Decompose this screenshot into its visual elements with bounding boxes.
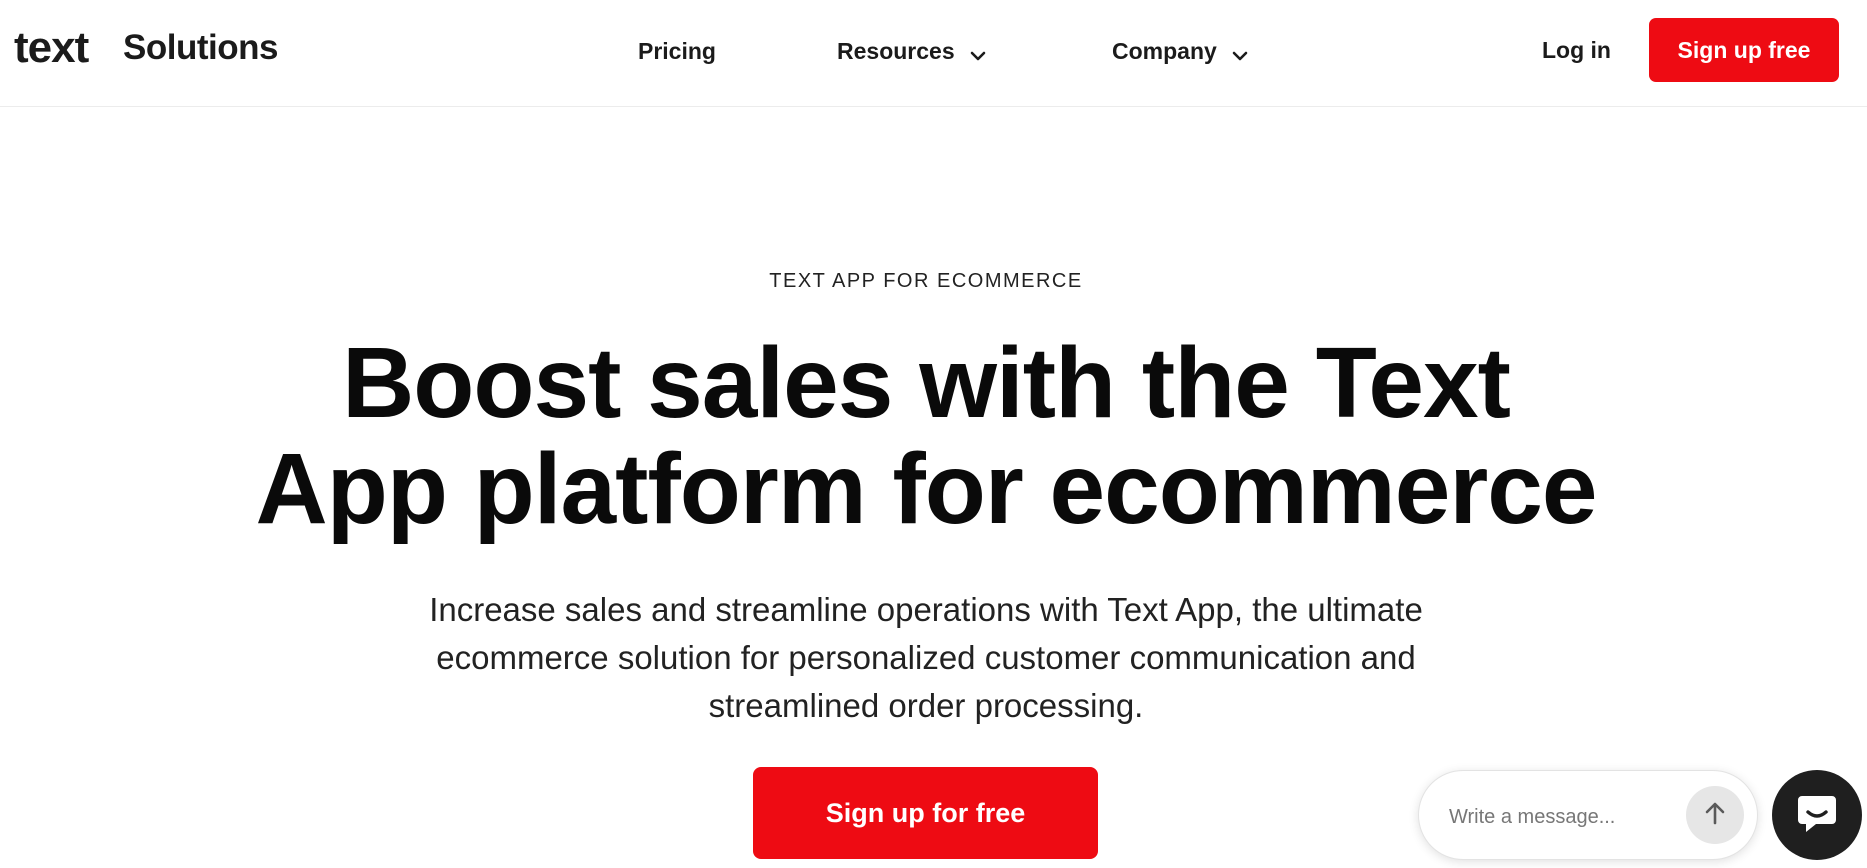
hero-headline-line: App platform for ecommerce	[255, 433, 1598, 545]
site-header: text Solutions Pricing Resources Company…	[0, 0, 1867, 107]
logo[interactable]: text	[14, 22, 89, 74]
login-link[interactable]: Log in	[1542, 35, 1611, 65]
hero-description-line: ecommerce solution for personalized cust…	[436, 639, 1416, 676]
signup-button[interactable]: Sign up free	[1649, 18, 1839, 82]
nav-item-label: Resources	[837, 38, 955, 64]
chat-launcher-button[interactable]	[1772, 770, 1862, 860]
hero-headline-line: Boost sales with the Text	[342, 327, 1511, 439]
hero-description: Increase sales and streamline operations…	[346, 586, 1506, 730]
hero-headline: Boost sales with the Text App platform f…	[0, 330, 1852, 542]
chevron-down-icon	[1231, 42, 1249, 61]
nav-item-label: Pricing	[638, 38, 716, 64]
chat-message-input[interactable]	[1447, 801, 1651, 833]
hero-description-line: Increase sales and streamline operations…	[429, 591, 1423, 628]
hero-eyebrow: TEXT APP FOR ECOMMERCE	[769, 270, 1083, 292]
logo-subtitle[interactable]: Solutions	[123, 27, 278, 69]
signup-for-free-button[interactable]: Sign up for free	[753, 767, 1098, 859]
send-message-button[interactable]	[1686, 786, 1744, 844]
chevron-down-icon	[969, 42, 987, 61]
arrow-up-icon	[1701, 799, 1729, 832]
chat-message-box	[1418, 770, 1758, 860]
nav-item-label: Company	[1112, 38, 1217, 64]
page: text Solutions Pricing Resources Company…	[0, 0, 1867, 868]
hero-description-line: streamlined order processing.	[708, 687, 1144, 724]
chat-bubble-icon	[1794, 790, 1840, 841]
nav-item-company[interactable]: Company	[1112, 36, 1249, 66]
nav-item-pricing[interactable]: Pricing	[638, 36, 716, 66]
nav-item-resources[interactable]: Resources	[837, 36, 987, 66]
